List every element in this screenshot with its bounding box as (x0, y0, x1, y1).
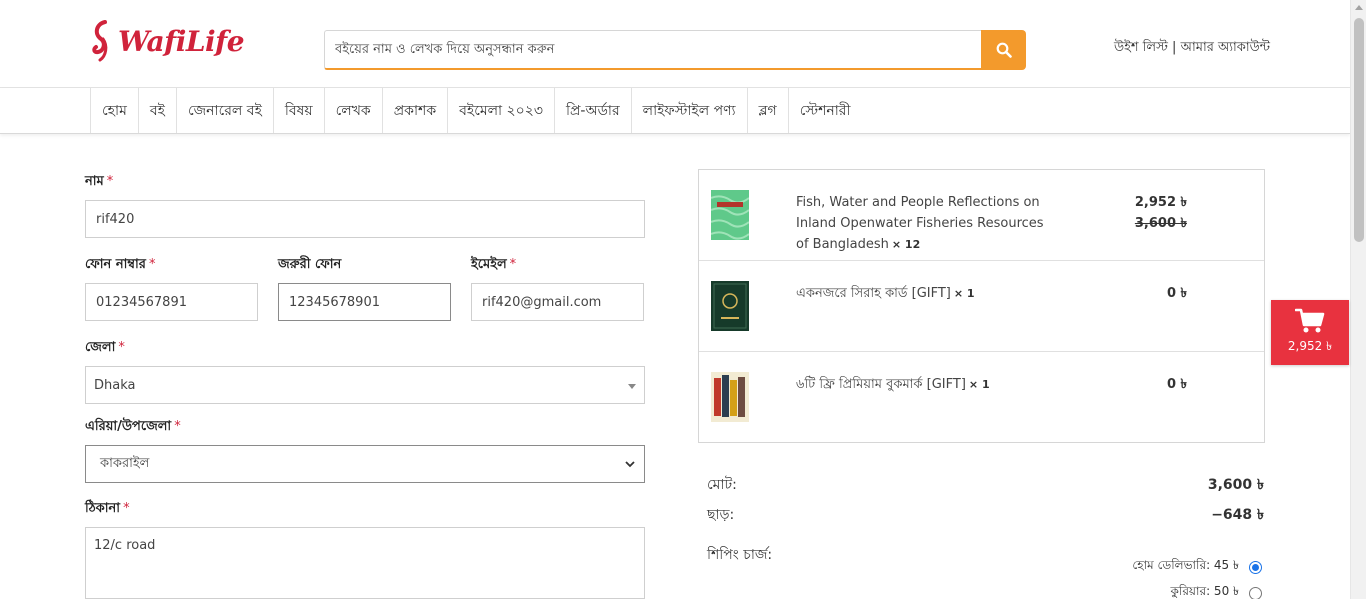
cart-item-title: Fish, Water and People Reflections on In… (796, 195, 1044, 252)
shipping-radio-courier[interactable] (1249, 586, 1262, 599)
cart-item: Fish, Water and People Reflections on In… (699, 170, 1264, 261)
floating-cart-total: 2,952 ৳ (1287, 338, 1333, 353)
shopping-cart-icon (1295, 308, 1325, 332)
nav-item-authors[interactable]: লেখক (323, 88, 382, 133)
shipping-radio-home[interactable] (1249, 560, 1262, 574)
alt-phone-field[interactable]: 12345678901 (278, 283, 451, 321)
scroll-up-icon[interactable] (1355, 5, 1363, 10)
search-bar (324, 30, 1026, 70)
name-label: নাম * (85, 174, 114, 189)
nav-item-lifestyle[interactable]: লাইফস্টাইল পণ্য (630, 88, 747, 133)
scroll-thumb[interactable] (1354, 18, 1364, 242)
nav-list: হোম বই জেনারেল বই বিষয় লেখক প্রকাশক বইম… (90, 88, 862, 133)
link-separator: | (1167, 40, 1181, 55)
nav-item-subjects[interactable]: বিষয় (272, 88, 324, 133)
bookmark-thumbnail (711, 372, 749, 422)
discount-value: −648 ৳ (1211, 507, 1264, 523)
site-logo[interactable]: WafiLife (90, 16, 245, 66)
order-items-box: Fish, Water and People Reflections on In… (698, 169, 1265, 443)
card-thumbnail (711, 281, 749, 331)
district-label: জেলা * (85, 340, 125, 355)
cart-item-title: একনজরে সিরাহ কার্ড [GIFT] × 1 (796, 286, 975, 301)
shipping-option-courier[interactable]: কুরিয়ার: 50 ৳ (1090, 583, 1262, 599)
shipping-option-label: কুরিয়ার: 50 ৳ (1170, 584, 1240, 598)
phone-field[interactable]: 01234567891 (85, 283, 258, 321)
nav-item-books[interactable]: বই (137, 88, 176, 133)
shipping-option-home[interactable]: হোম ডেলিভারি: 45 ৳ (1090, 557, 1262, 577)
site-header: WafiLife উইশ লিস্ট | আমার অ্যাকাউন্ট (0, 0, 1350, 88)
cart-item-old-price: 3,600 ৳ (1134, 216, 1187, 231)
area-select[interactable]: কাকরাইল (85, 445, 645, 483)
address-label: ঠিকানা * (85, 501, 130, 516)
alt-phone-label: জরুরী ফোন (278, 257, 342, 272)
logo-mark-icon (92, 20, 108, 62)
nav-item-stationery[interactable]: স্টেশনারী (787, 88, 862, 133)
cart-item-price: 0 ৳ (1166, 377, 1187, 392)
nav-item-book-fair[interactable]: বইমেলা ২০২৩ (447, 88, 554, 133)
area-label: এরিয়া/উপজেলা * (85, 419, 181, 434)
my-account-link[interactable]: আমার অ্যাকাউন্ট (1181, 40, 1270, 55)
shipping-label: শিপিং চার্জ: (707, 547, 773, 563)
nav-item-home[interactable]: হোম (90, 88, 138, 133)
page-scrollbar[interactable] (1350, 0, 1366, 599)
logo-text: WafiLife (118, 24, 245, 58)
cart-item-price: 2,952 ৳ 3,600 ৳ (1119, 192, 1187, 234)
nav-item-publishers[interactable]: প্রকাশক (381, 88, 447, 133)
nav-item-blog[interactable]: ব্লগ (746, 88, 788, 133)
cart-item: ৬টি ফ্রি প্রিমিয়াম বুকমার্ক [GIFT] × 1 0… (699, 352, 1264, 443)
phone-label: ফোন নাম্বার * (85, 257, 156, 272)
subtotal-label: মোট: (707, 477, 737, 493)
search-input[interactable] (324, 30, 981, 70)
nav-item-general-books[interactable]: জেনারেল বই (175, 88, 273, 133)
search-button[interactable] (981, 30, 1026, 70)
cart-item: একনজরে সিরাহ কার্ড [GIFT] × 1 0 ৳ (699, 261, 1264, 352)
cart-item-price: 0 ৳ (1166, 286, 1187, 301)
name-field[interactable]: rif420 (85, 200, 645, 238)
cart-item-title: ৬টি ফ্রি প্রিমিয়াম বুকমার্ক [GIFT] × 1 (796, 377, 990, 392)
main-nav: হোম বই জেনারেল বই বিষয় লেখক প্রকাশক বইম… (0, 88, 1350, 134)
book-cover-thumbnail (711, 190, 749, 240)
address-textarea[interactable] (85, 527, 645, 599)
caret-down-icon (628, 384, 636, 389)
floating-cart-button[interactable]: 2,952 ৳ (1271, 300, 1349, 365)
wishlist-link[interactable]: উইশ লিস্ট (1114, 40, 1168, 55)
email-label: ইমেইল * (471, 257, 517, 272)
shipping-option-label: হোম ডেলিভারি: 45 ৳ (1132, 558, 1239, 572)
discount-label: ছাড়: (707, 507, 735, 523)
email-field[interactable]: rif420@gmail.com (471, 283, 644, 321)
search-icon (996, 42, 1012, 58)
subtotal-value: 3,600 ৳ (1207, 477, 1264, 493)
account-links: উইশ লিস্ট | আমার অ্যাকাউন্ট (1114, 38, 1270, 59)
nav-item-pre-order[interactable]: প্রি-অর্ডার (553, 88, 631, 133)
chevron-down-icon (625, 461, 635, 468)
district-select[interactable]: Dhaka (85, 366, 645, 404)
